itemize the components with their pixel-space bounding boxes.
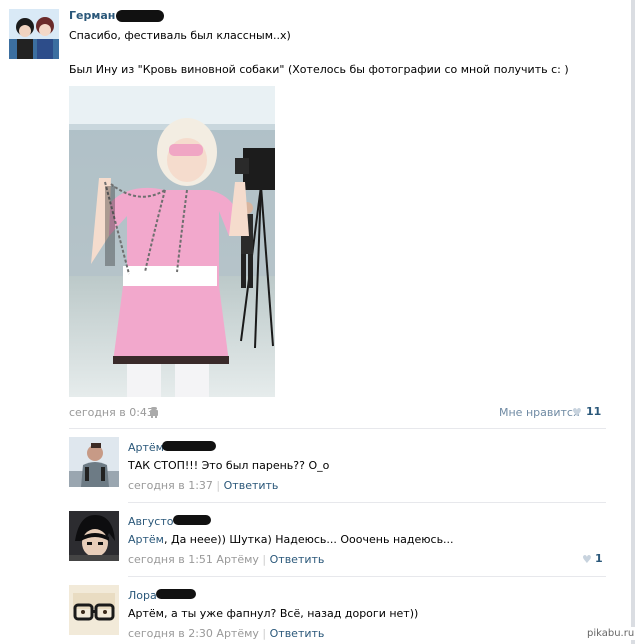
comment-timestamp[interactable]: сегодня в 1:37 | Ответить	[128, 479, 278, 492]
reply-to-name[interactable]: Артём	[128, 533, 164, 546]
post-author-name[interactable]: Герман	[69, 9, 115, 22]
comment-avatar[interactable]	[69, 585, 119, 635]
comment-separator: |	[262, 553, 267, 566]
comment-timestamp[interactable]: сегодня в 1:51 Артёму | Ответить	[128, 553, 324, 566]
redacted-surname	[173, 515, 211, 525]
post-timestamp[interactable]: сегодня в 0:43	[69, 406, 154, 419]
like-count[interactable]: 11	[586, 405, 601, 418]
comment-author[interactable]: Августо	[128, 515, 173, 528]
comment-time[interactable]: сегодня в 2:30 Артёму	[128, 627, 259, 640]
comment-text: Артём, Да нееe)) Шутка) Надеюсь... Оооче…	[128, 533, 454, 546]
comment-text: ТАК СТОП!!! Это был парень?? О_о	[128, 459, 330, 472]
redacted-surname	[156, 589, 196, 599]
post-text-line2: Был Ину из "Кровь виновной собаки" (Хоте…	[69, 63, 569, 76]
comment-text: Артём, а ты уже фапнул? Всё, назад дорог…	[128, 607, 419, 620]
comment-time[interactable]: сегодня в 1:51 Артёму	[128, 553, 259, 566]
comment-author[interactable]: Лора	[128, 589, 157, 602]
comment-timestamp[interactable]: сегодня в 2:30 Артёму | Ответить	[128, 627, 324, 640]
comment-time[interactable]: сегодня в 1:37	[128, 479, 213, 492]
post-photo[interactable]	[69, 86, 275, 397]
reply-link[interactable]: Ответить	[270, 553, 325, 566]
android-icon	[149, 406, 159, 418]
post-author-avatar[interactable]	[9, 9, 59, 59]
heart-icon[interactable]: ♥	[572, 406, 582, 419]
comment-text-body: , Да нееe)) Шутка) Надеюсь... Ооочень на…	[163, 533, 454, 546]
comment-like-count[interactable]: 1	[595, 552, 603, 565]
comment-separator: |	[216, 479, 221, 492]
comment-author[interactable]: Артём	[128, 441, 164, 454]
watermark: pikabu.ru	[584, 627, 635, 640]
post-text-line1: Спасибо, фестиваль был классным..х)	[69, 29, 291, 42]
redacted-surname	[162, 441, 216, 451]
right-frame-border	[631, 0, 635, 644]
reply-link[interactable]: Ответить	[270, 627, 325, 640]
separator	[128, 502, 606, 503]
comment-avatar[interactable]	[69, 511, 119, 561]
redacted-surname	[116, 10, 164, 22]
comment-separator: |	[262, 627, 267, 640]
separator	[128, 576, 606, 577]
comment-avatar[interactable]	[69, 437, 119, 487]
like-label[interactable]: Мне нравится	[499, 406, 580, 419]
reply-link[interactable]: Ответить	[224, 479, 279, 492]
separator	[69, 428, 606, 429]
heart-icon[interactable]: ♥	[582, 553, 592, 566]
